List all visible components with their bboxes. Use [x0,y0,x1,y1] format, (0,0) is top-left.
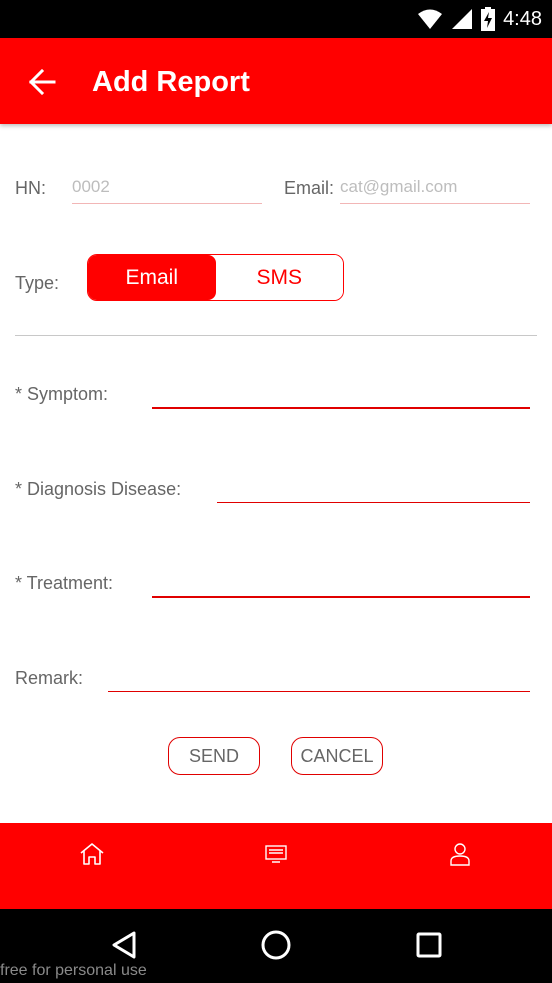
system-home-button[interactable] [254,925,298,965]
treatment-underline [152,596,530,598]
email-input[interactable] [340,175,530,199]
treatment-input[interactable] [152,569,530,595]
status-time: 4:48 [503,7,542,30]
type-option-email[interactable]: Email [88,255,216,300]
nav-home[interactable] [72,837,112,871]
remark-label: Remark: [15,668,84,688]
home-icon [80,843,104,865]
profile-icon [450,843,470,866]
watermark-text: free for personal use [0,962,147,979]
diagnosis-underline [217,502,530,503]
battery-charging-icon [481,7,496,31]
system-recents-button[interactable] [407,925,451,965]
type-label: Type: [15,273,60,293]
hn-label: HN: [15,178,46,198]
report-list-icon [265,845,287,863]
back-button[interactable] [22,62,62,102]
recents-square-icon [416,932,442,958]
hn-input[interactable] [72,175,260,199]
cell-signal-icon [452,9,473,29]
back-triangle-icon [112,931,136,959]
symptom-underline [152,407,530,409]
divider [15,335,537,336]
screen: 4:48 Add Report HN: Email: Type: Email S… [0,0,552,983]
status-icons: 4:48 [417,0,542,38]
remark-underline [108,691,530,692]
hn-underline [72,203,262,204]
email-underline [340,203,530,204]
diagnosis-label: * Diagnosis Disease: [15,479,182,499]
page-title: Add Report [92,66,250,98]
nav-profile[interactable] [440,837,480,871]
treatment-label: * Treatment: [15,573,114,593]
send-button[interactable]: SEND [168,737,260,775]
home-circle-icon [261,930,291,960]
diagnosis-input[interactable] [217,475,530,501]
symptom-input[interactable] [152,380,530,406]
system-back-button[interactable] [102,925,146,965]
arrow-left-icon [28,69,56,95]
status-bar: 4:48 [0,0,552,38]
bottom-nav [0,823,552,909]
email-label: Email: [284,178,335,198]
nav-reports[interactable] [256,837,296,871]
type-segmented-control: Email SMS [87,254,344,301]
remark-input[interactable] [108,664,530,690]
app-bar: Add Report [0,38,552,124]
cancel-button[interactable]: CANCEL [291,737,383,775]
symptom-label: * Symptom: [15,384,109,404]
type-option-sms[interactable]: SMS [215,255,343,300]
wifi-icon [418,9,443,29]
